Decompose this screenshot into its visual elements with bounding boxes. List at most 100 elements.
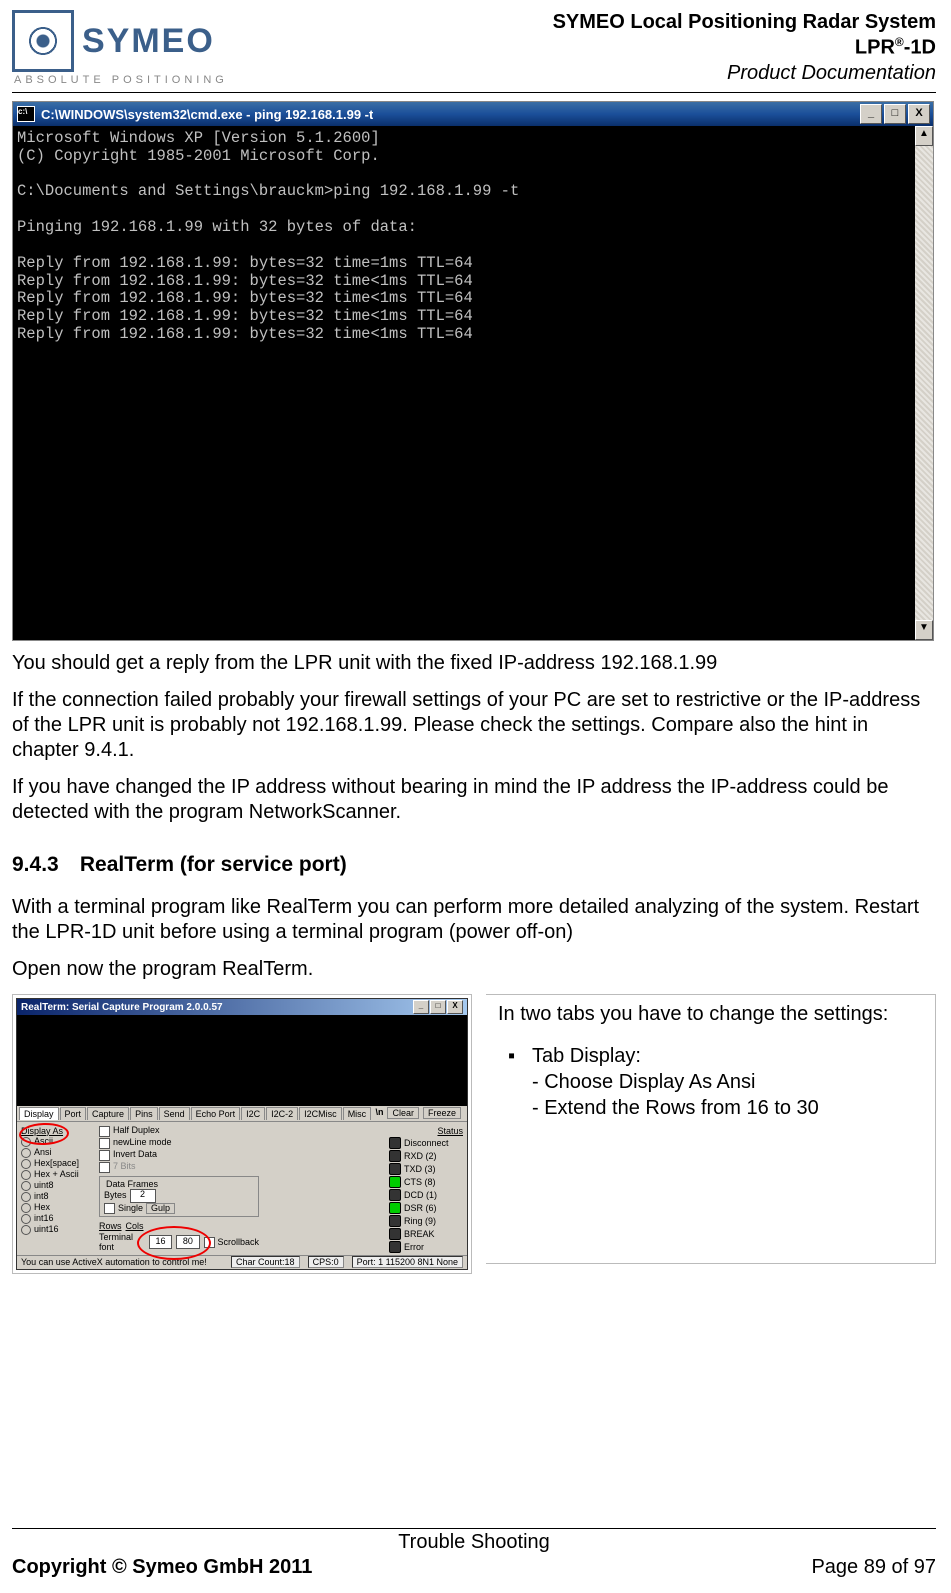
paragraph-2: If the connection failed probably your f… (12, 688, 936, 763)
realterm-title: RealTerm: Serial Capture Program 2.0.0.5… (21, 1002, 223, 1013)
radio-ansi[interactable]: Ansi (21, 1148, 93, 1158)
body-text: You should get a reply from the LPR unit… (12, 651, 936, 982)
header-line3: Product Documentation (553, 61, 936, 86)
cmd-icon (17, 106, 35, 122)
tab-misc[interactable]: Misc (343, 1107, 372, 1120)
section-title: RealTerm (for service port) (80, 853, 347, 876)
freeze-button[interactable]: Freeze (423, 1107, 461, 1119)
realterm-panel: Display As Ascii Ansi Hex[space] Hex + A… (17, 1122, 467, 1255)
rt-maximize-button[interactable]: □ (430, 1000, 446, 1014)
status-title: Status (389, 1126, 463, 1136)
tab-send[interactable]: Send (159, 1107, 190, 1120)
cmd-output: Microsoft Windows XP [Version 5.1.2600] … (13, 126, 915, 640)
tab-i2c-2[interactable]: I2C-2 (266, 1107, 298, 1120)
terminal-font-label: Terminal font (99, 1232, 145, 1252)
options-column: Half Duplex newLine mode Invert Data 7 B… (99, 1126, 259, 1253)
led-break: BREAK (389, 1228, 463, 1240)
side-sub-2: - Extend the Rows from 16 to 30 (532, 1095, 923, 1121)
scrollbar[interactable]: ▲ ▼ (915, 126, 933, 640)
status-column: Status Disconnect RXD (2) TXD (3) CTS (8… (389, 1126, 463, 1253)
rows-field[interactable]: 16 (149, 1235, 172, 1249)
check-invert-data[interactable]: Invert Data (99, 1150, 259, 1161)
data-frames-group: Data Frames Bytes 2 Single Gulp (99, 1176, 259, 1218)
radio-hex-ascii[interactable]: Hex + Ascii (21, 1170, 93, 1180)
section-heading: 9.4.3 RealTerm (for service port) (12, 853, 936, 877)
cmd-title: C:\WINDOWS\system32\cmd.exe - ping 192.1… (41, 107, 373, 122)
led-disconnect: Disconnect (389, 1137, 463, 1149)
scroll-up-button[interactable]: ▲ (915, 126, 933, 146)
radio-hex[interactable]: Hex (21, 1203, 93, 1213)
check-scrollback[interactable]: Scrollback (204, 1237, 260, 1248)
realterm-window: RealTerm: Serial Capture Program 2.0.0.5… (16, 998, 468, 1270)
tab-echo-port[interactable]: Echo Port (191, 1107, 241, 1120)
tab-pins[interactable]: Pins (130, 1107, 158, 1120)
led-dsr: DSR (6) (389, 1202, 463, 1214)
statusbar-cps: CPS:0 (308, 1256, 344, 1268)
radio-int8[interactable]: int8 (21, 1192, 93, 1202)
cols-field[interactable]: 80 (176, 1235, 199, 1249)
radio-hex-space[interactable]: Hex[space] (21, 1159, 93, 1169)
realterm-side-text: In two tabs you have to change the setti… (486, 994, 936, 1264)
scroll-track[interactable] (915, 146, 933, 620)
newline-label: \n (375, 1107, 383, 1119)
realterm-statusbar: You can use ActiveX automation to contro… (17, 1255, 467, 1269)
minimize-button[interactable]: _ (860, 104, 882, 124)
header-rule (12, 92, 936, 93)
logo-brand: SYMEO (82, 22, 215, 61)
footer-section: Trouble Shooting (12, 1531, 936, 1554)
clear-button[interactable]: Clear (387, 1107, 419, 1119)
cmd-titlebar: C:\WINDOWS\system32\cmd.exe - ping 192.1… (13, 102, 933, 126)
header-line2-b: -1D (904, 37, 936, 59)
cmd-window: C:\WINDOWS\system32\cmd.exe - ping 192.1… (12, 101, 934, 641)
led-rxd: RXD (2) (389, 1150, 463, 1162)
paragraph-3: If you have changed the IP address witho… (12, 775, 936, 825)
realterm-figure: RealTerm: Serial Capture Program 2.0.0.5… (12, 994, 472, 1274)
check-single[interactable]: Single Gulp (104, 1203, 254, 1215)
logo-subtitle: ABSOLUTE POSITIONING (14, 74, 228, 86)
data-frames-title: Data Frames (104, 1179, 160, 1189)
header-line2: LPR®-1D (553, 35, 936, 61)
led-ring: Ring (9) (389, 1215, 463, 1227)
section-number: 9.4.3 (12, 853, 74, 877)
paragraph-1: You should get a reply from the LPR unit… (12, 651, 936, 676)
side-bullet-1: Tab Display: (508, 1043, 923, 1069)
display-as-label: Display As (21, 1126, 93, 1136)
check-half-duplex[interactable]: Half Duplex (99, 1126, 259, 1137)
check-newline-mode[interactable]: newLine mode (99, 1138, 259, 1149)
display-as-column: Display As Ascii Ansi Hex[space] Hex + A… (21, 1126, 93, 1253)
led-cts: CTS (8) (389, 1176, 463, 1188)
footer-page-number: Page 89 of 97 (811, 1556, 936, 1579)
close-button[interactable]: X (908, 104, 930, 124)
tab-i2cmisc[interactable]: I2CMisc (299, 1107, 342, 1120)
tab-i2c[interactable]: I2C (241, 1107, 265, 1120)
rt-minimize-button[interactable]: _ (413, 1000, 429, 1014)
radio-uint16[interactable]: uint16 (21, 1225, 93, 1235)
maximize-button[interactable]: □ (884, 104, 906, 124)
radio-int16[interactable]: int16 (21, 1214, 93, 1224)
scroll-down-button[interactable]: ▼ (915, 620, 933, 640)
rt-close-button[interactable]: X (447, 1000, 463, 1014)
statusbar-char-count: Char Count:18 (231, 1256, 300, 1268)
tab-port[interactable]: Port (60, 1107, 87, 1120)
logo: SYMEO ABSOLUTE POSITIONING (12, 10, 228, 86)
paragraph-4: With a terminal program like RealTerm yo… (12, 895, 936, 945)
led-txd: TXD (3) (389, 1163, 463, 1175)
side-intro: In two tabs you have to change the setti… (498, 1001, 923, 1027)
check-7bits[interactable]: 7 Bits (99, 1162, 259, 1173)
paragraph-5: Open now the program RealTerm. (12, 957, 936, 982)
realterm-titlebar: RealTerm: Serial Capture Program 2.0.0.5… (17, 999, 467, 1015)
cols-label: Cols (126, 1221, 144, 1231)
led-dcd: DCD (1) (389, 1189, 463, 1201)
bytes-field[interactable]: Bytes 2 (104, 1189, 254, 1203)
header-line2-a: LPR (855, 37, 895, 59)
page-header: SYMEO ABSOLUTE POSITIONING SYMEO Local P… (12, 10, 936, 90)
side-sub-1: - Choose Display As Ansi (532, 1069, 923, 1095)
radio-ascii[interactable]: Ascii (21, 1137, 93, 1147)
tab-capture[interactable]: Capture (87, 1107, 129, 1120)
logo-icon (12, 10, 74, 72)
radio-uint8[interactable]: uint8 (21, 1181, 93, 1191)
footer-copyright: Copyright © Symeo GmbH 2011 (12, 1556, 312, 1579)
realterm-terminal-area[interactable] (17, 1015, 467, 1106)
statusbar-port: Port: 1 115200 8N1 None (352, 1256, 463, 1268)
tab-display[interactable]: Display (19, 1107, 59, 1120)
